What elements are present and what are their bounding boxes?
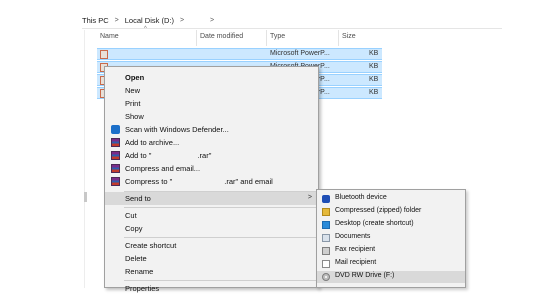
menu-item-label: Mail recipient [335, 259, 377, 266]
breadcrumb-separator-icon[interactable]: > [210, 17, 214, 24]
file-row[interactable]: Microsoft PowerP... KB [97, 48, 382, 60]
menu-item-add-to-archive[interactable]: Add to archive... [105, 136, 318, 149]
column-divider[interactable] [338, 30, 339, 46]
winrar-icon [111, 164, 120, 173]
menu-item-show[interactable]: Show [105, 110, 318, 123]
file-type: Microsoft PowerP... [270, 50, 330, 57]
file-size: KB [369, 89, 379, 96]
fax-icon [322, 247, 330, 255]
column-header-date-modified[interactable]: Date modified [200, 33, 243, 40]
desktop-icon [322, 221, 330, 229]
send-to-bluetooth[interactable]: Bluetooth device [317, 193, 465, 205]
winrar-icon [111, 177, 120, 186]
menu-item-add-to-rar[interactable]: Add to " .rar" [105, 149, 318, 162]
breadcrumb-local-disk[interactable]: Local Disk (D:) [125, 16, 174, 25]
menu-item-label: New [125, 86, 141, 95]
menu-item-rename[interactable]: Rename [105, 265, 318, 278]
menu-item-print[interactable]: Print [105, 97, 318, 110]
menu-item-cut[interactable]: Cut [105, 209, 318, 222]
send-to-fax[interactable]: Fax recipient [317, 245, 465, 257]
submenu-arrow-icon: > [307, 194, 312, 201]
send-to-mail[interactable]: Mail recipient [317, 258, 465, 270]
file-size: KB [369, 76, 379, 83]
menu-item-scan-defender[interactable]: Scan with Windows Defender... [105, 123, 318, 136]
menu-item-label: Copy [125, 224, 143, 233]
menu-item-label: Desktop (create shortcut) [335, 220, 414, 227]
file-size: KB [369, 63, 379, 70]
column-header-size[interactable]: Size [342, 33, 356, 40]
documents-icon [322, 234, 330, 242]
column-headers: ^ Name Date modified Type Size [96, 26, 396, 46]
menu-item-label: Documents [335, 233, 371, 240]
context-menu: Open New Print Show Scan with Windows De… [104, 66, 319, 293]
send-to-compressed-folder[interactable]: Compressed (zipped) folder [317, 206, 465, 218]
sort-ascending-icon: ^ [144, 26, 147, 32]
menu-item-label: Add to archive... [125, 138, 180, 147]
breadcrumb-separator-icon[interactable]: > [180, 17, 184, 24]
winrar-icon [111, 138, 120, 147]
menu-item-label: Send to [125, 194, 151, 203]
menu-separator [124, 237, 316, 238]
zip-folder-icon [322, 208, 330, 216]
menu-item-label: Show [125, 112, 144, 121]
menu-item-label: Compress to " .rar" and email [125, 177, 273, 186]
menu-item-send-to[interactable]: Send to > [105, 192, 318, 205]
menu-item-new[interactable]: New [105, 84, 318, 97]
bluetooth-icon [322, 195, 330, 203]
menu-item-compress-email[interactable]: Compress and email... [105, 162, 318, 175]
windows-defender-icon [111, 125, 120, 134]
send-to-documents[interactable]: Documents [317, 232, 465, 244]
menu-item-label: Fax recipient [335, 246, 376, 253]
menu-item-properties[interactable]: Properties [105, 282, 318, 295]
menu-item-label: Add to " .rar" [125, 151, 212, 160]
send-to-desktop[interactable]: Desktop (create shortcut) [317, 219, 465, 231]
menu-item-label: Delete [125, 254, 147, 263]
mail-icon [322, 260, 330, 268]
menu-item-label: Print [125, 99, 141, 108]
menu-item-compress-to-rar-email[interactable]: Compress to " .rar" and email [105, 175, 318, 188]
menu-item-label: Rename [125, 267, 154, 276]
menu-item-create-shortcut[interactable]: Create shortcut [105, 239, 318, 252]
navigation-pane-border [84, 30, 85, 288]
menu-item-label: Open [125, 73, 145, 82]
column-divider[interactable] [196, 30, 197, 46]
file-size: KB [369, 50, 379, 57]
column-header-type[interactable]: Type [270, 33, 285, 40]
menu-item-open[interactable]: Open [105, 71, 318, 84]
column-divider[interactable] [266, 30, 267, 46]
menu-item-label: Compress and email... [125, 164, 201, 173]
menu-item-copy[interactable]: Copy [105, 222, 318, 235]
powerpoint-file-icon [100, 50, 108, 59]
menu-item-label: Bluetooth device [335, 194, 387, 201]
menu-item-delete[interactable]: Delete [105, 252, 318, 265]
send-to-dvd-drive[interactable]: DVD RW Drive (F:) [317, 271, 465, 283]
breadcrumb-separator-icon[interactable]: > [115, 17, 119, 24]
menu-item-label: Create shortcut [125, 241, 177, 250]
menu-item-label: Scan with Windows Defender... [125, 125, 229, 134]
menu-item-label: DVD RW Drive (F:) [335, 272, 395, 279]
navigation-pane-scrollbar[interactable] [84, 192, 87, 202]
winrar-icon [111, 151, 120, 160]
breadcrumb: This PC > Local Disk (D:) > > [82, 14, 214, 26]
dvd-drive-icon [322, 273, 330, 281]
send-to-submenu: Bluetooth device Compressed (zipped) fol… [316, 189, 466, 288]
column-header-name[interactable]: Name [100, 33, 119, 40]
menu-separator [124, 207, 316, 208]
menu-item-label: Properties [125, 284, 160, 293]
menu-item-label: Compressed (zipped) folder [335, 207, 422, 214]
breadcrumb-this-pc[interactable]: This PC [82, 16, 109, 25]
menu-item-label: Cut [125, 211, 137, 220]
menu-separator [124, 280, 316, 281]
